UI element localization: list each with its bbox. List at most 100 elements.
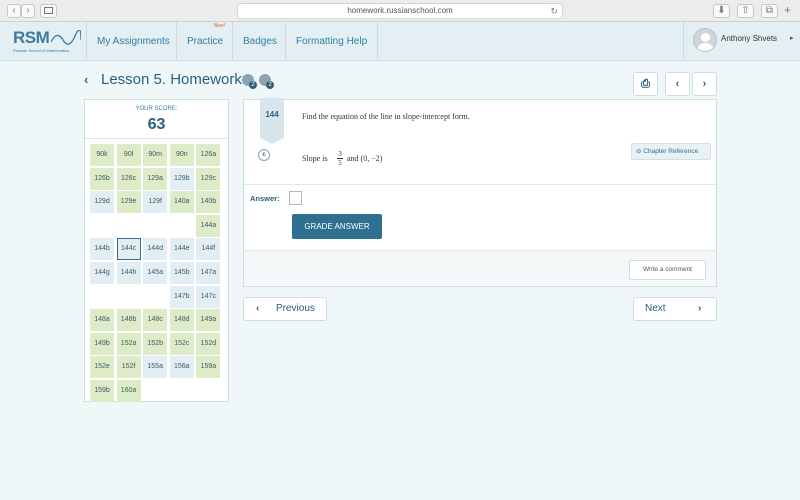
problem-cell-144f[interactable]: 144f (196, 238, 221, 261)
chevron-right-icon: › (698, 303, 702, 314)
problem-cell-90l[interactable]: 90l (116, 144, 141, 166)
problem-cell-148d[interactable]: 148d (169, 309, 194, 332)
problem-cell-144c[interactable]: 144c (116, 238, 141, 261)
fraction-numerator: 3 (338, 150, 342, 158)
problem-cell-144a[interactable]: 144a (196, 214, 221, 237)
sidebar-icon (44, 7, 53, 14)
problem-cell-126c[interactable]: 126c (116, 167, 141, 190)
problem-number-badge: 144 (260, 98, 284, 144)
logo-text: RSM (13, 28, 50, 47)
problem-prompt: Find the equation of the line in slope-i… (302, 112, 470, 121)
problem-cell-149a[interactable]: 149a (196, 309, 221, 332)
problem-cell-148b[interactable]: 148b (116, 309, 141, 332)
problem-cell-144d[interactable]: 144d (143, 238, 168, 261)
avatar (693, 28, 717, 52)
grade-answer-button[interactable]: GRADE ANSWER (292, 214, 382, 239)
url-text: homework.russianschool.com (347, 6, 453, 15)
problem-cell-152d[interactable]: 152d (196, 332, 221, 355)
problem-cell-129f[interactable]: 129f (143, 191, 168, 214)
next-problem-button[interactable]: › (692, 72, 717, 96)
problem-cell-129a[interactable]: 129a (143, 167, 168, 190)
chevron-right-icon: › (702, 78, 707, 90)
problem-cell-129e[interactable]: 129e (116, 191, 141, 214)
problem-cell-152c[interactable]: 152c (169, 332, 194, 355)
print-button[interactable]: ⎙ (633, 72, 658, 96)
nav-badges[interactable]: Badges (232, 22, 287, 61)
reload-icon[interactable]: ↻ (550, 4, 558, 18)
problem-cell-129d[interactable]: 129d (90, 191, 114, 214)
worksheet-icon[interactable]: 2 (241, 73, 257, 89)
logo-subtitle: Russian School of Mathematics (13, 48, 70, 53)
chapter-reference-button[interactable]: ⊘ Chapter Reference (631, 143, 711, 160)
part-label: c (258, 149, 270, 161)
nav-my-assignments[interactable]: My Assignments (86, 22, 180, 61)
problem-cell-144b[interactable]: 144b (90, 238, 114, 261)
problem-cell-149b[interactable]: 149b (90, 332, 114, 355)
slope-prefix: Slope is (302, 154, 328, 163)
problem-cell-160a[interactable]: 160a (116, 380, 141, 402)
problem-cell-90m[interactable]: 90m (143, 144, 168, 166)
user-menu[interactable]: Anthony Shvets ▸ (683, 22, 800, 61)
problem-cell-144g[interactable]: 144g (90, 262, 114, 284)
rsm-logo[interactable]: RSM Russian School of Mathematics (13, 28, 83, 56)
card-footer: Write a comment (244, 250, 716, 286)
problem-cell-145b[interactable]: 145b (169, 262, 194, 284)
problem-cell-152a[interactable]: 152a (116, 332, 141, 355)
chevron-left-icon: ‹ (12, 5, 16, 16)
problem-cell-155a[interactable]: 155a (143, 356, 168, 379)
page-title: Lesson 5. Homework (101, 71, 242, 88)
slope-fraction: 3 5 (336, 150, 344, 167)
problem-cell-90k[interactable]: 90k (90, 144, 114, 166)
site-nav: RSM Russian School of Mathematics My Ass… (0, 22, 800, 61)
problem-cell-126a[interactable]: 126a (196, 144, 221, 166)
problem-cell-147c[interactable]: 147c (196, 285, 221, 308)
browser-forward-button[interactable]: › (21, 4, 35, 18)
problem-cell-152e[interactable]: 152e (90, 356, 114, 379)
problem-cell-140a[interactable]: 140a (169, 191, 194, 214)
nav-practice[interactable]: Practice New! (176, 22, 231, 61)
problem-cell-144e[interactable]: 144e (169, 238, 194, 261)
count-badge: 2 (266, 81, 274, 89)
problem-cell-90n[interactable]: 90n (169, 144, 194, 166)
score-panel: YOUR SCORE: 63 90k 90l 90m 90n 126a 126b 126c 1… (84, 99, 229, 402)
prev-problem-button[interactable]: ‹ (665, 72, 690, 96)
print-icon: ⎙ (641, 78, 650, 90)
nav-formatting-help[interactable]: Formatting Help (285, 22, 379, 61)
problem-cell-152f[interactable]: 152f (116, 356, 141, 379)
new-tab-button[interactable]: + (784, 3, 791, 17)
address-bar[interactable]: homework.russianschool.com ↻ (237, 3, 563, 19)
problem-cell-147a[interactable]: 147a (196, 262, 221, 284)
problem-cell-126b[interactable]: 126b (90, 167, 114, 190)
problem-cell-140b[interactable]: 140b (196, 191, 221, 214)
problem-cell-147b[interactable]: 147b (169, 285, 194, 308)
sidebar-toggle-button[interactable] (40, 4, 57, 18)
previous-button[interactable]: ‹ Previous (243, 297, 327, 321)
problem-cell-156a[interactable]: 156a (169, 356, 194, 379)
problem-cell-148a[interactable]: 148a (90, 309, 114, 332)
browser-back-button[interactable]: ‹ (7, 4, 21, 18)
problem-cell-145a[interactable]: 145a (143, 262, 168, 284)
answer-input[interactable] (289, 191, 302, 205)
write-comment-button[interactable]: Write a comment (629, 260, 706, 280)
next-button[interactable]: Next › (633, 297, 717, 321)
tabs-button[interactable]: ⧉ (761, 4, 778, 18)
problem-cell-152b[interactable]: 152b (143, 332, 168, 355)
share-button[interactable]: ⇧ (737, 4, 754, 18)
problem-cell-159b[interactable]: 159b (90, 380, 114, 402)
problem-number: 144 (265, 110, 279, 119)
chevron-left-icon: ‹ (256, 303, 260, 314)
problem-cell-129c[interactable]: 129c (196, 167, 221, 190)
caret-right-icon: ▸ (790, 35, 794, 42)
downloads-button[interactable]: ⬇ (713, 4, 730, 18)
slope-suffix: and (0, −2) (347, 154, 383, 163)
tabs-icon: ⧉ (765, 5, 774, 16)
user-name: Anthony Shvets (721, 34, 778, 43)
problem-cell-144h[interactable]: 144h (116, 262, 141, 284)
problem-cell-129b[interactable]: 129b (169, 167, 194, 190)
share-icon: ⇧ (741, 5, 750, 16)
logo-wave-icon (51, 30, 81, 45)
problem-cell-148c[interactable]: 148c (143, 309, 168, 332)
back-icon[interactable]: ‹ (84, 72, 88, 87)
problem-cell-159a[interactable]: 159a (196, 356, 221, 379)
puzzle-icon[interactable]: 2 (258, 73, 274, 89)
